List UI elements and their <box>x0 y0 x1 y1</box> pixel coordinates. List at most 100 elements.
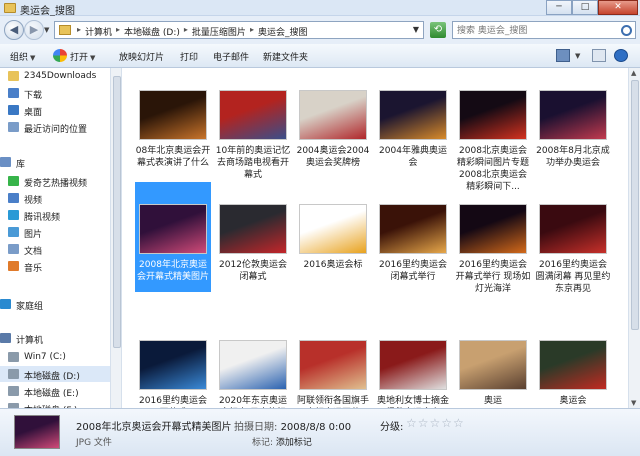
search-icon[interactable] <box>621 25 632 36</box>
file-name: 2008年8月北京成功举办奥运会 <box>536 146 610 168</box>
file-item[interactable]: 2004奥运会2004奥运会奖牌榜 <box>295 68 371 178</box>
breadcrumb: ▸ 计算机 ▸ 本地磁盘 (D:) ▸ 批量压缩图片 ▸ 奥运会_搜图 <box>77 25 307 38</box>
file-item[interactable]: 阿联领衔各国旗手亮相奥运开幕 <box>295 318 371 408</box>
image-thumbnail <box>299 340 367 390</box>
file-name: 2008年北京奥运会开幕式精美图片 <box>136 260 209 282</box>
sidebar-item-label: 2345Downloads <box>24 71 97 81</box>
sidebar-item[interactable]: 本地磁盘 (F:) <box>0 400 120 408</box>
email-button[interactable]: 电子邮件 <box>213 50 249 63</box>
sidebar-item[interactable]: 计算机 <box>0 330 120 346</box>
help-icon[interactable] <box>614 49 628 62</box>
close-button[interactable]: ✕ <box>598 0 638 15</box>
image-thumbnail <box>219 90 287 140</box>
breadcrumb-item[interactable]: 计算机 <box>85 25 112 38</box>
sidebar-item[interactable]: 下载 <box>0 85 120 101</box>
drive-c-icon <box>8 352 19 362</box>
image-thumbnail <box>139 340 207 390</box>
change-view-icon[interactable] <box>556 49 570 62</box>
file-name: 2004年雅典奥运会 <box>379 146 447 168</box>
breadcrumb-separator-icon[interactable]: ▸ <box>77 25 81 38</box>
sidebar-scroll-thumb[interactable] <box>113 76 121 348</box>
breadcrumb-item[interactable]: 本地磁盘 (D:) <box>124 25 180 38</box>
slideshow-button[interactable]: 放映幻灯片 <box>119 50 164 63</box>
sidebar-item[interactable]: 家庭组 <box>0 296 120 312</box>
file-item[interactable]: 2016奥运会标 <box>295 182 371 292</box>
breadcrumb-item[interactable]: 批量压缩图片 <box>192 25 246 38</box>
add-tag-link[interactable]: 添加标记 <box>276 438 312 448</box>
address-dropdown-icon[interactable]: ▼ <box>413 25 419 34</box>
refresh-button[interactable]: ⟲ <box>430 22 446 38</box>
breadcrumb-separator-icon[interactable]: ▸ <box>184 25 188 38</box>
image-thumbnail <box>459 90 527 140</box>
sidebar-item[interactable]: 库 <box>0 154 120 170</box>
sidebar-item[interactable]: 本地磁盘 (E:) <box>0 383 120 399</box>
sidebar-item-label: 计算机 <box>16 336 44 346</box>
sidebar-item[interactable]: 文档 <box>0 241 120 257</box>
navigation-pane: 2345Downloads 下载 桌面 最近访问的位置库爱奇艺热播视频 视频腾讯视频图片… <box>0 68 122 408</box>
folder-icon <box>8 71 19 81</box>
window-title: 奥运会_搜图 <box>20 6 75 17</box>
back-button[interactable]: ◀ <box>4 20 24 40</box>
breadcrumb-separator-icon[interactable]: ▸ <box>116 25 120 38</box>
sidebar-item-label: 音乐 <box>24 264 43 274</box>
minimize-button[interactable]: ─ <box>546 0 572 15</box>
file-item[interactable]: 奥运 <box>455 318 531 408</box>
file-item[interactable]: 2020年东京奥运会标志 日本的标 <box>215 318 291 408</box>
drive-e-icon <box>8 386 19 396</box>
sidebar-item[interactable]: 爱奇艺热播视频 <box>0 173 120 189</box>
file-item[interactable]: 2016里约奥运会开幕式举行 现场如灯光海洋 <box>455 182 531 294</box>
sidebar-item[interactable]: 图片 <box>0 224 120 240</box>
sidebar-scrollbar[interactable] <box>110 68 121 408</box>
image-thumbnail <box>379 90 447 140</box>
recent-places-icon <box>8 122 19 132</box>
image-thumbnail <box>379 340 447 390</box>
sidebar-item-label: 本地磁盘 (E:) <box>24 389 79 399</box>
address-bar[interactable]: ▸ 计算机 ▸ 本地磁盘 (D:) ▸ 批量压缩图片 ▸ 奥运会_搜图 ▼ <box>54 21 424 39</box>
image-thumbnail <box>539 90 607 140</box>
search-box[interactable] <box>452 21 636 39</box>
sidebar-item-label: 腾讯视频 <box>24 213 61 223</box>
sidebar-item[interactable]: 桌面 <box>0 102 120 118</box>
scroll-up-icon[interactable]: ▲ <box>631 69 636 77</box>
file-name: 2016里约奥运会开幕式 <box>139 396 207 406</box>
file-item[interactable]: 2004年雅典奥运会 <box>375 68 451 178</box>
file-item[interactable]: 10年前的奥运记忆 去商场踏电视看开幕式 <box>215 68 291 180</box>
content-scrollbar[interactable]: ▲ ▼ <box>628 68 640 408</box>
file-item[interactable]: 08年北京奥运会开幕式表演讲了什么 <box>135 68 211 178</box>
preview-pane-icon[interactable] <box>592 49 606 62</box>
file-item[interactable]: 2008年8月北京成功举办奥运会 <box>535 68 611 178</box>
sidebar-item[interactable]: 最近访问的位置 <box>0 119 120 135</box>
file-item[interactable]: 2016里约奥运会闭幕式举行 <box>375 182 451 292</box>
file-item[interactable]: 2008北京奥运会精彩瞬间图片专题2008北京奥运会 精彩瞬间下... <box>455 68 531 192</box>
file-item[interactable]: 2008年北京奥运会开幕式精美图片 <box>135 182 211 292</box>
breadcrumb-separator-icon[interactable]: ▸ <box>250 25 254 38</box>
title-bar: 奥运会_搜图 ─ □ ✕ <box>0 0 640 17</box>
sidebar-item[interactable]: 2345Downloads <box>0 68 120 84</box>
sidebar-item[interactable]: Win7 (C:) <box>0 349 120 365</box>
address-row: ◀ ▶ ▼ ▸ 计算机 ▸ 本地磁盘 (D:) ▸ 批量压缩图片 ▸ 奥运会_搜图 ▼ ⟲ <box>0 16 640 44</box>
view-dropdown-icon[interactable]: ▼ <box>573 51 580 61</box>
breadcrumb-item[interactable]: 奥运会_搜图 <box>258 25 308 38</box>
organize-button[interactable]: 组织 ▼ <box>10 50 35 63</box>
sidebar-item[interactable]: 腾讯视频 <box>0 207 120 223</box>
tencent-video-icon <box>8 210 19 220</box>
rating-stars[interactable]: ☆☆☆☆☆ <box>406 416 465 430</box>
scroll-down-icon[interactable]: ▼ <box>631 399 636 407</box>
file-item[interactable]: 奥运会 <box>535 318 611 408</box>
file-item[interactable]: 2016里约奥运会圆满闭幕 再见里约 东京再见 <box>535 182 611 294</box>
file-item[interactable]: 奥地利女博士摘金得救奥运会上 <box>375 318 451 408</box>
content-scroll-thumb[interactable] <box>631 80 639 330</box>
forward-button[interactable]: ▶ <box>24 20 44 40</box>
maximize-button[interactable]: □ <box>572 0 598 15</box>
print-button[interactable]: 打印 <box>180 50 198 63</box>
file-item[interactable]: 2012伦敦奥运会闭幕式 <box>215 182 291 292</box>
sidebar-item[interactable]: 本地磁盘 (D:) <box>0 366 120 382</box>
open-button[interactable]: 打开 ▼ <box>70 50 95 63</box>
sidebar-item[interactable]: 视频 <box>0 190 120 206</box>
sidebar-item-label: 图片 <box>24 230 43 240</box>
sidebar-item[interactable]: 音乐 <box>0 258 120 274</box>
file-item[interactable]: 2016里约奥运会开幕式 <box>135 318 211 408</box>
new-folder-button[interactable]: 新建文件夹 <box>263 50 308 63</box>
search-input[interactable] <box>457 24 607 37</box>
recent-pages-dropdown-icon[interactable]: ▼ <box>44 26 49 34</box>
